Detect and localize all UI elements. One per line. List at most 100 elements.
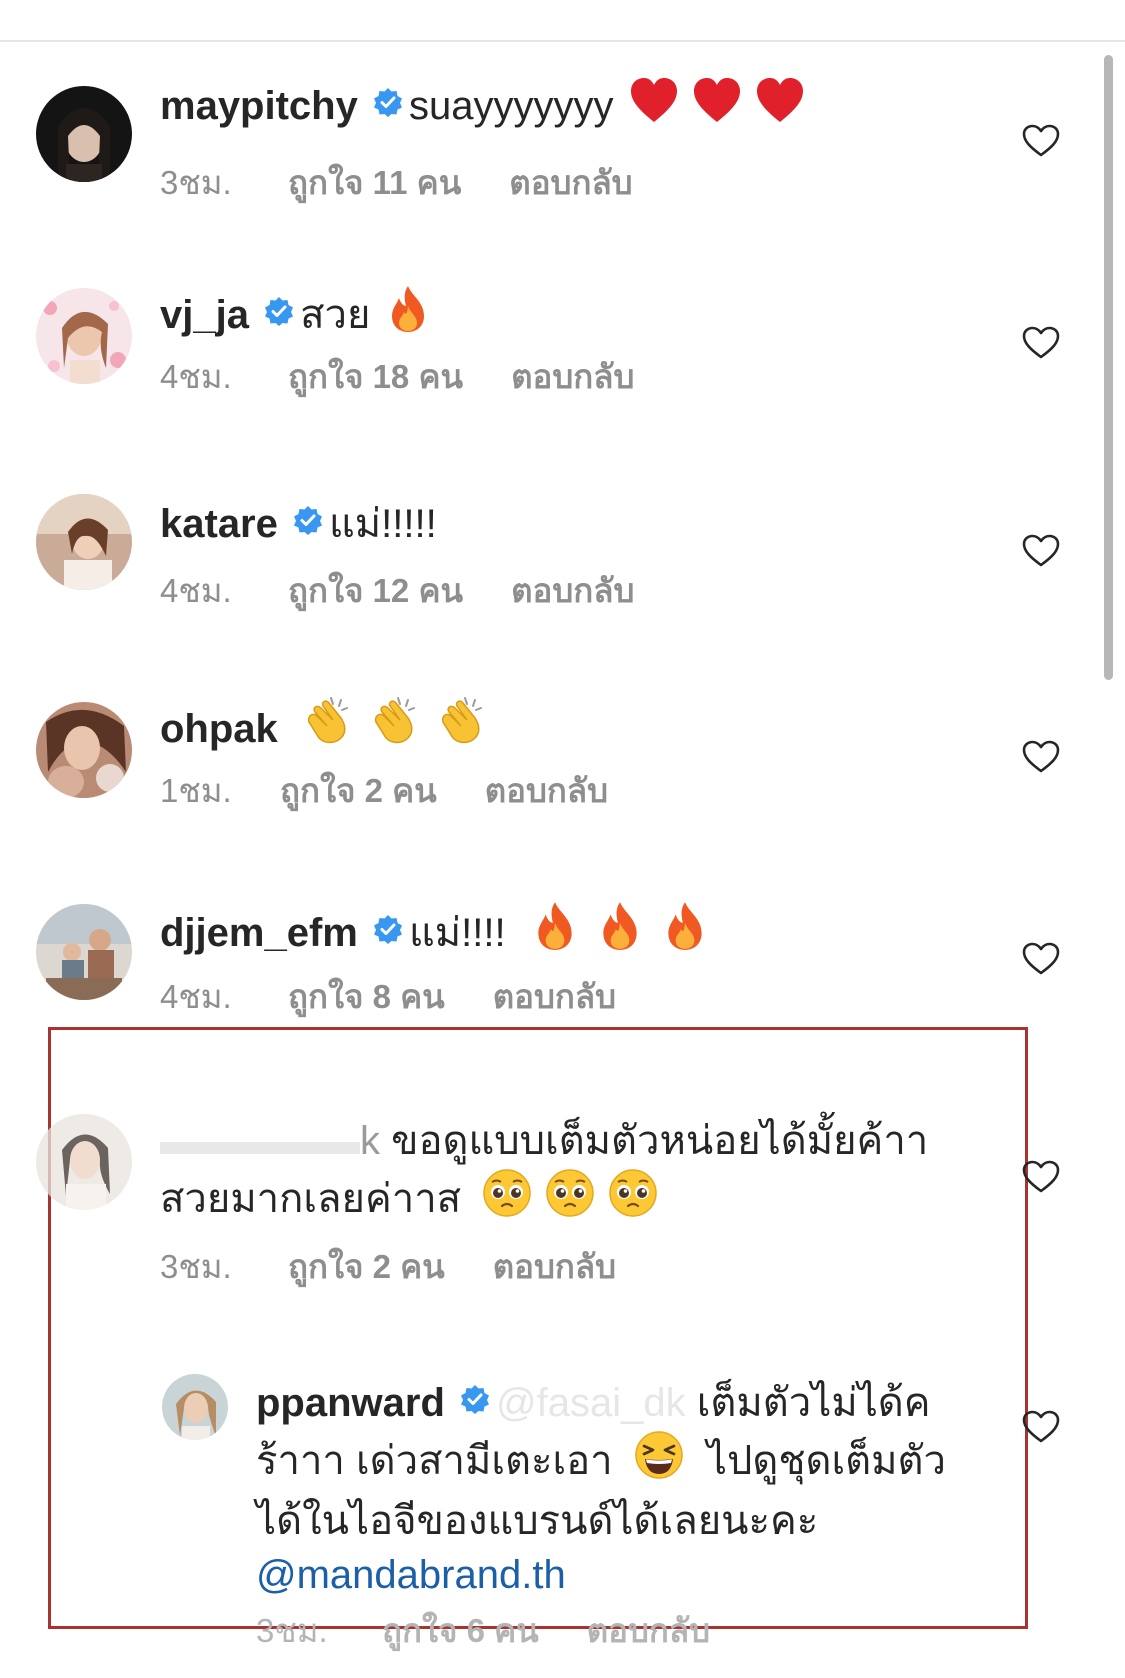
comment-line: ▬▬▬▬▬k ขอดูแบบเต็มตัวหน่อยได้มั้ยค้าา	[160, 1114, 960, 1168]
comment-meta: 4ชม. ถูกใจ 18 คน ตอบกลับ	[160, 350, 634, 403]
avatar[interactable]	[36, 288, 132, 384]
likes-count[interactable]: ถูกใจ 6 คน	[382, 1604, 539, 1657]
comment-body: ▬▬▬▬▬k ขอดูแบบเต็มตัวหน่อยได้มั้ยค้าา สว…	[160, 1114, 960, 1232]
top-divider	[0, 40, 1125, 42]
reply-button[interactable]: ตอบกลับ	[485, 764, 608, 817]
likes-count[interactable]: ถูกใจ 11 คน	[288, 156, 461, 209]
like-heart-icon[interactable]	[1022, 326, 1060, 360]
username[interactable]: maypitchy	[160, 84, 358, 128]
reply-meta: 3ชม. ถูกใจ 6 คน ตอบกลับ	[256, 1604, 710, 1657]
comment-text-line2: สวยมากเลยค่าาส	[160, 1177, 462, 1221]
comment-line: ohpak	[160, 694, 491, 763]
fire-emoji	[391, 286, 424, 332]
like-heart-icon[interactable]	[1022, 942, 1060, 976]
pleading-face-emoji	[546, 1169, 595, 1217]
comment-meta: 4ชม. ถูกใจ 8 คน ตอบกลับ	[160, 970, 616, 1023]
username[interactable]: djjem_efm	[160, 911, 358, 955]
reply-button[interactable]: ตอบกลับ	[587, 1604, 710, 1657]
comment-line: katare แม่!!!!!	[160, 494, 437, 552]
reply-button[interactable]: ตอบกลับ	[509, 156, 632, 209]
emoji-group	[482, 1168, 660, 1232]
like-heart-icon[interactable]	[1022, 1410, 1060, 1444]
clapping-hands-emoji	[307, 697, 348, 744]
reply-line: ร้าาา เด่วสามีเตะเอา ไปดูชุดเต็มตัว	[256, 1430, 976, 1494]
reply-button[interactable]: ตอบกลับ	[511, 350, 634, 403]
timestamp: 4ชม.	[160, 358, 232, 395]
comment-text: สวย	[300, 293, 371, 337]
reply-button[interactable]: ตอบกลับ	[493, 1240, 616, 1293]
reply-line: ppanward @fasai_dk เต็มตัวไม่ได้ค	[256, 1374, 976, 1430]
fire-emoji	[538, 902, 572, 950]
red-heart-emoji	[630, 78, 677, 122]
pleading-face-emoji	[483, 1169, 531, 1217]
reply-text-line1: เต็มตัวไม่ได้ค	[696, 1381, 931, 1425]
avatar[interactable]	[36, 904, 132, 1000]
like-heart-icon[interactable]	[1022, 740, 1060, 774]
likes-count[interactable]: ถูกใจ 2 คน	[288, 1240, 445, 1293]
avatar[interactable]	[36, 494, 132, 590]
username[interactable]: vj_ja	[160, 293, 249, 337]
likes-count[interactable]: ถูกใจ 12 คน	[288, 564, 463, 617]
likes-count[interactable]: ถูกใจ 8 คน	[288, 970, 445, 1023]
pleading-face-emoji	[609, 1169, 658, 1217]
timestamp: 4ชม.	[160, 978, 232, 1015]
comment-line: djjem_efm แม่!!!!	[160, 900, 713, 967]
timestamp: 3ชม.	[160, 164, 232, 201]
clapping-hands-emoji	[374, 697, 416, 744]
avatar[interactable]	[36, 702, 132, 798]
red-heart-emoji	[693, 78, 740, 122]
avatar[interactable]	[36, 86, 132, 182]
blurred-username: ▬▬▬▬▬	[160, 1119, 360, 1163]
comment-meta: 3ชม. ถูกใจ 2 คน ตอบกลับ	[160, 1240, 616, 1293]
comment-text: แม่!!!!!	[329, 502, 437, 546]
reply-line: @mandabrand.th	[256, 1548, 976, 1602]
fire-emoji	[668, 902, 702, 950]
verified-badge-icon	[460, 1374, 490, 1428]
verified-badge-icon	[373, 903, 403, 959]
username[interactable]: katare	[160, 502, 278, 546]
comment-line: สวยมากเลยค่าาส	[160, 1168, 960, 1232]
clapping-hands-emoji	[442, 697, 483, 744]
reply-text-line2b: ไปดูชุดเต็มตัว	[706, 1439, 946, 1483]
mention-faded[interactable]: @fasai_dk	[496, 1381, 686, 1425]
comment-meta: 1ชม. ถูกใจ 2 คน ตอบกลับ	[160, 764, 608, 817]
timestamp: 3ชม.	[160, 1248, 232, 1285]
avatar[interactable]	[36, 1114, 132, 1210]
verified-badge-icon	[293, 494, 323, 550]
comment-meta: 3ชม. ถูกใจ 11 คน ตอบกลับ	[160, 156, 633, 209]
brand-mention-link[interactable]: @mandabrand.th	[256, 1553, 566, 1597]
reply-line: ได้ในไอจีของแบรนด์ได้เลยนะคะ	[256, 1494, 976, 1548]
comment-line: vj_ja สวย	[160, 284, 432, 349]
emoji-group	[301, 694, 491, 763]
reply-button[interactable]: ตอบกลับ	[511, 564, 634, 617]
like-heart-icon[interactable]	[1022, 124, 1060, 158]
comment-text: แม่!!!!	[408, 911, 506, 955]
like-heart-icon[interactable]	[1022, 534, 1060, 568]
scrollbar[interactable]	[1104, 55, 1113, 680]
emoji-group	[529, 900, 713, 967]
likes-count[interactable]: ถูกใจ 18 คน	[288, 350, 463, 403]
timestamp: 4ชม.	[160, 572, 232, 609]
timestamp: 1ชม.	[160, 772, 232, 809]
reply-text-line2a: ร้าาา เด่วสามีเตะเอา	[256, 1439, 613, 1483]
comment-text-line1: ขอดูแบบเต็มตัวหน่อยได้มั้ยค้าา	[391, 1119, 929, 1163]
verified-badge-icon	[264, 285, 294, 341]
verified-badge-icon	[373, 76, 403, 132]
fire-emoji	[603, 902, 637, 950]
grinning-squinting-face-emoji	[634, 1430, 686, 1494]
reply-text-line3: ได้ในไอจีของแบรนด์ได้เลยนะคะ	[256, 1499, 819, 1543]
username[interactable]: ohpak	[160, 707, 278, 751]
emoji-group	[386, 284, 432, 349]
emoji-group	[629, 77, 807, 140]
like-heart-icon[interactable]	[1022, 1160, 1060, 1194]
red-heart-emoji	[756, 78, 803, 122]
likes-count[interactable]: ถูกใจ 2 คน	[280, 764, 437, 817]
timestamp: 3ชม.	[256, 1612, 328, 1649]
reply-button[interactable]: ตอบกลับ	[493, 970, 616, 1023]
username-fragment[interactable]: k	[360, 1119, 380, 1163]
username[interactable]: ppanward	[256, 1381, 445, 1425]
comment-line: maypitchy suayyyyyyy	[160, 76, 807, 140]
reply-body: ppanward @fasai_dk เต็มตัวไม่ได้ค ร้าาา …	[256, 1374, 976, 1602]
comment-meta: 4ชม. ถูกใจ 12 คน ตอบกลับ	[160, 564, 634, 617]
avatar[interactable]	[162, 1374, 228, 1440]
